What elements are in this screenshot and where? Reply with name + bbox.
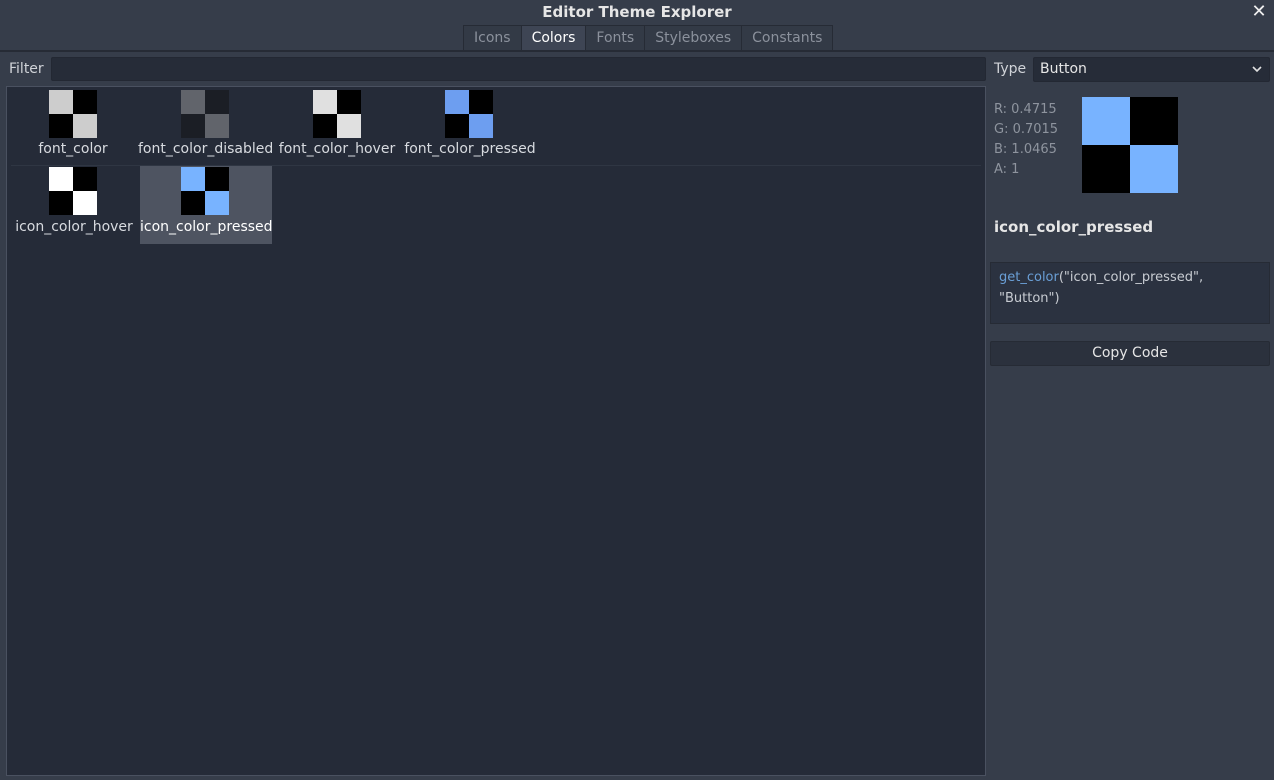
tab-styleboxes[interactable]: Styleboxes [645, 26, 743, 51]
copy-code-button[interactable]: Copy Code [990, 341, 1270, 366]
filter-label: Filter [9, 61, 44, 77]
code-args-line2: "Button") [999, 291, 1060, 306]
color-item-icon-color-hover[interactable]: icon_color_hover [14, 166, 134, 244]
selected-color-name: icon_color_pressed [994, 218, 1154, 236]
code-function: get_color [999, 270, 1059, 285]
color-swatch [445, 90, 493, 138]
color-item-label: icon_color_hover [15, 219, 133, 235]
filter-input[interactable] [51, 57, 986, 81]
color-item-label: font_color_disabled [138, 141, 274, 157]
chevron-down-icon [1251, 58, 1263, 89]
type-select-value: Button [1040, 61, 1087, 77]
color-swatch [49, 90, 97, 138]
selected-color-preview [1082, 97, 1178, 193]
blue-value: B: 1.0465 [994, 142, 1057, 157]
color-item-font-color-disabled[interactable]: font_color_disabled [138, 87, 274, 163]
type-label: Type [994, 61, 1027, 77]
color-item-font-color[interactable]: font_color [14, 87, 132, 163]
type-select[interactable]: Button [1033, 57, 1270, 82]
close-icon[interactable]: ✕ [1248, 0, 1270, 25]
tab-colors[interactable]: Colors [521, 26, 587, 51]
color-item-icon-color-pressed[interactable]: icon_color_pressed [140, 166, 273, 244]
alpha-value: A: 1 [994, 162, 1020, 177]
color-swatch [181, 167, 229, 215]
tab-bar: Icons Colors Fonts Styleboxes Constants [463, 25, 834, 51]
color-swatch [181, 90, 229, 138]
color-item-label: font_color [38, 141, 108, 157]
color-item-label: font_color_pressed [404, 141, 536, 157]
green-value: G: 0.7015 [994, 122, 1059, 137]
tab-divider [0, 50, 1274, 52]
code-args: ("icon_color_pressed", [1058, 270, 1204, 285]
tab-icons[interactable]: Icons [464, 26, 522, 51]
tab-constants[interactable]: Constants [742, 26, 833, 51]
window-title: Editor Theme Explorer [542, 3, 732, 21]
color-item-font-color-pressed[interactable]: font_color_pressed [403, 87, 537, 163]
color-item-label: icon_color_pressed [140, 219, 273, 235]
color-swatch [49, 167, 97, 215]
color-item-font-color-hover[interactable]: font_color_hover [278, 87, 396, 163]
code-snippet[interactable]: get_color("icon_color_pressed", "Button"… [990, 262, 1270, 324]
color-swatch [313, 90, 361, 138]
color-item-label: font_color_hover [278, 141, 396, 157]
red-value: R: 0.4715 [994, 102, 1057, 117]
color-values: R: 0.4715 G: 0.7015 B: 1.0465 A: 1 [994, 100, 1058, 180]
color-grid: font_color font_color_disabled font_colo… [6, 86, 986, 776]
tab-fonts[interactable]: Fonts [586, 26, 646, 51]
